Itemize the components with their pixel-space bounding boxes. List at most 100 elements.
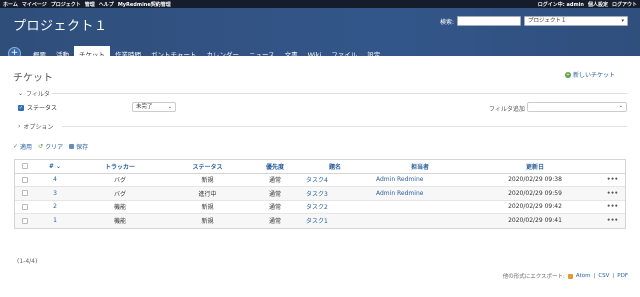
more-icon[interactable]: ••• xyxy=(600,176,625,183)
issue-priority: 通常 xyxy=(268,177,281,185)
row-select-cell xyxy=(15,217,35,224)
issue-id-link[interactable]: 3 xyxy=(35,190,75,197)
issue-subject-link[interactable]: タスク1 xyxy=(300,216,370,225)
issue-subject-link[interactable]: タスク2 xyxy=(300,202,370,211)
quick-search: 検索: プロジェクト１ ▾ xyxy=(440,16,629,26)
top-menu-projects[interactable]: プロジェクト xyxy=(51,1,81,8)
apply-label: 適用 xyxy=(20,144,33,151)
export-label: 他の形式にエクスポート: xyxy=(502,274,565,280)
more-icon[interactable]: ••• xyxy=(600,190,625,197)
table-header-row: # ⌄ トラッカー ステータス 優先度 題名 担当者 更新日 xyxy=(15,160,625,174)
reload-icon: ↺ xyxy=(38,143,44,150)
table-row[interactable]: 2 機能 新規 通常 タスク2 2020/02/29 09:42 ••• xyxy=(15,200,625,214)
logged-in-as: ログイン中: admin xyxy=(537,1,584,8)
clear-button[interactable]: ↺ クリア xyxy=(38,142,63,151)
issue-subject-link[interactable]: タスク3 xyxy=(300,189,370,198)
export-csv-link[interactable]: CSV xyxy=(598,273,609,279)
sort-desc-icon: ⌄ xyxy=(56,162,62,170)
top-menu-help[interactable]: ヘルプ xyxy=(99,1,114,8)
new-issue-link[interactable]: + 新しいチケット xyxy=(565,70,615,79)
export-links: 他の形式にエクスポート: Atom | CSV | PDF xyxy=(503,272,628,280)
options-legend[interactable]: › オプション xyxy=(18,122,53,131)
issue-updated: 2020/02/29 09:38 xyxy=(508,176,562,184)
project-header: プロジェクト１ 検索: プロジェクト１ ▾ + 概要 活動 チケット 作業時間 … xyxy=(0,8,640,64)
apply-button[interactable]: ✓ 適用 xyxy=(13,142,32,151)
issue-assignee-link[interactable]: Admin Redmine xyxy=(370,176,470,183)
table-row[interactable]: 4 バグ 新規 通常 タスク4 Admin Redmine 2020/02/29… xyxy=(15,173,625,187)
issue-subject-link[interactable]: タスク4 xyxy=(300,175,370,184)
new-issue-label: 新しいチケット xyxy=(573,72,616,79)
select-all-cell xyxy=(15,163,35,170)
row-checkbox[interactable] xyxy=(22,190,28,197)
filters-legend-label: フィルタ xyxy=(26,91,50,98)
export-pdf-link[interactable]: PDF xyxy=(617,273,628,279)
save-label: 保存 xyxy=(76,144,89,151)
chevron-right-icon: › xyxy=(18,123,21,130)
issue-id-link[interactable]: 2 xyxy=(35,203,75,210)
issue-priority: 通常 xyxy=(268,204,281,212)
chevron-down-icon: ⌄ xyxy=(618,103,623,109)
row-checkbox[interactable] xyxy=(22,217,28,224)
clear-label: クリア xyxy=(45,144,64,151)
top-menu-admin[interactable]: 管理 xyxy=(85,1,95,8)
logout-link[interactable]: ログアウト xyxy=(612,1,637,8)
separator: | xyxy=(612,273,615,279)
issue-status: 新規 xyxy=(201,218,214,226)
check-icon: ✓ xyxy=(13,143,19,150)
issue-tracker: バグ xyxy=(113,177,126,185)
issue-updated: 2020/02/29 09:59 xyxy=(508,189,562,197)
save-button[interactable]: 保存 xyxy=(69,142,88,151)
issue-id-link[interactable]: 1 xyxy=(35,217,75,224)
column-header-assignee[interactable]: 担当者 xyxy=(370,162,470,171)
table-row[interactable]: 1 機能 新規 通常 タスク1 2020/02/29 09:41 ••• xyxy=(15,214,625,228)
search-label: 検索: xyxy=(440,18,455,26)
filters-divider xyxy=(52,93,627,94)
issue-status: 新規 xyxy=(201,204,214,212)
top-menu-contract[interactable]: MyRedmine契約管理 xyxy=(118,1,171,8)
row-select-cell xyxy=(15,190,35,197)
add-icon: + xyxy=(565,71,571,78)
row-checkbox[interactable] xyxy=(22,176,28,183)
issue-assignee-link[interactable]: Admin Redmine xyxy=(370,190,470,197)
column-header-priority[interactable]: 優先度 xyxy=(250,162,300,171)
add-filter-label: フィルタ追加 xyxy=(489,106,525,113)
column-header-tracker[interactable]: トラッカー xyxy=(75,162,165,171)
top-menu: ホーム マイページ プロジェクト 管理 ヘルプ MyRedmine契約管理 xyxy=(3,1,171,8)
chevron-down-icon: ⌄ xyxy=(18,90,24,97)
search-input[interactable] xyxy=(457,16,522,26)
status-operator-value: 未完了 xyxy=(136,104,153,110)
chevron-down-icon: ⌄ xyxy=(167,104,172,110)
status-filter-checkbox[interactable]: ✓ xyxy=(18,104,24,111)
status-filter-label: ステータス xyxy=(27,105,58,112)
options-divider xyxy=(62,126,627,127)
column-header-status[interactable]: ステータス xyxy=(165,162,250,171)
column-header-subject[interactable]: 題名 xyxy=(300,162,370,171)
page-title: チケット xyxy=(13,73,53,84)
top-menu-home[interactable]: ホーム xyxy=(3,1,18,8)
options-legend-label: オプション xyxy=(23,124,54,131)
issue-id-link[interactable]: 4 xyxy=(35,176,75,183)
status-operator-select[interactable]: 未完了 ⌄ xyxy=(132,102,176,112)
export-atom-link[interactable]: Atom xyxy=(576,273,591,279)
my-account-link[interactable]: 個人設定 xyxy=(588,1,608,8)
issue-status: 進行中 xyxy=(198,190,217,198)
issue-priority: 通常 xyxy=(268,218,281,226)
column-header-updated[interactable]: 更新日 xyxy=(470,162,600,171)
table-row[interactable]: 3 バグ 進行中 通常 タスク3 Admin Redmine 2020/02/2… xyxy=(15,187,625,201)
row-checkbox[interactable] xyxy=(22,203,28,210)
chevron-down-icon: ▾ xyxy=(621,18,625,24)
issue-updated: 2020/02/29 09:42 xyxy=(508,203,562,211)
project-jump-select[interactable]: プロジェクト１ ▾ xyxy=(524,16,629,26)
project-title: プロジェクト１ xyxy=(13,19,108,34)
more-icon[interactable]: ••• xyxy=(600,217,625,224)
issue-priority: 通常 xyxy=(268,190,281,198)
add-filter-select[interactable]: ⌄ xyxy=(527,102,627,112)
column-header-id[interactable]: # ⌄ xyxy=(35,163,75,170)
top-menu-my-page[interactable]: マイページ xyxy=(22,1,47,8)
issue-status: 新規 xyxy=(201,177,214,185)
filters-legend[interactable]: ⌄ フィルタ xyxy=(18,89,50,98)
row-select-cell xyxy=(15,203,35,210)
select-all-checkbox[interactable] xyxy=(22,163,28,170)
main-content: チケット + 新しいチケット ⌄ フィルタ ✓ ステータス 未完了 ⌄ フィルタ… xyxy=(0,56,640,297)
more-icon[interactable]: ••• xyxy=(600,203,625,210)
